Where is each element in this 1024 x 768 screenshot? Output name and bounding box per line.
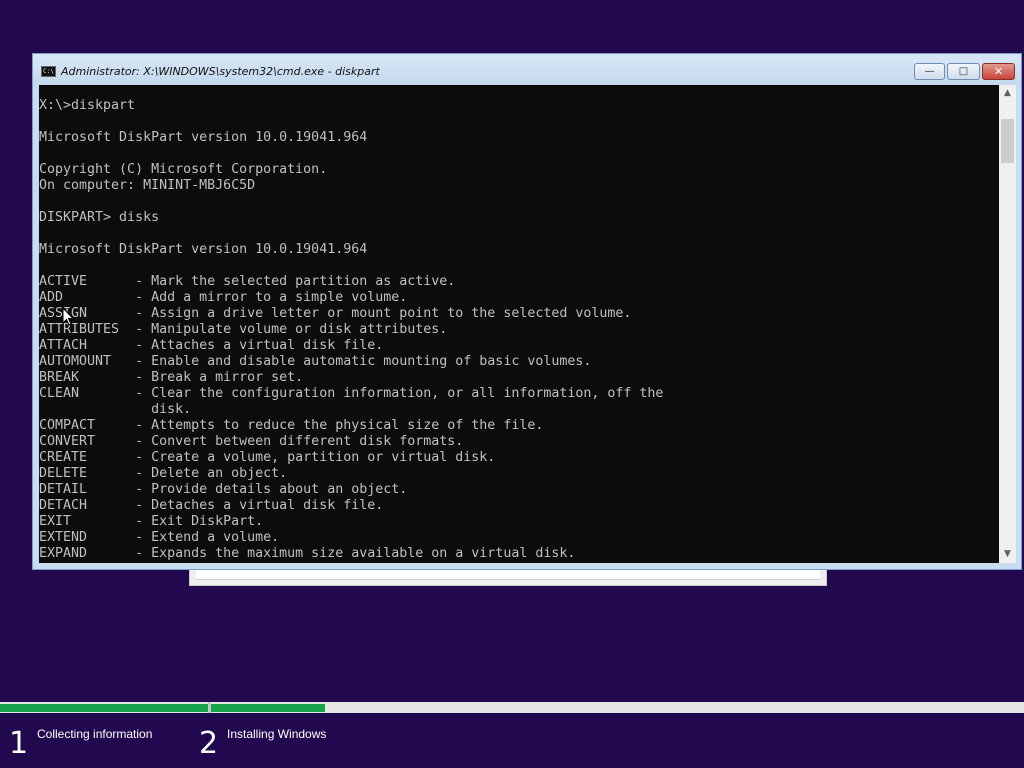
console-line: X:\>diskpart	[39, 98, 136, 113]
step-label: Installing Windows	[227, 727, 327, 741]
vertical-scrollbar[interactable]: ▲ ▼	[999, 85, 1016, 563]
console-line: EXPAND - Expands the maximum size availa…	[39, 546, 576, 561]
console-line: CLEAN - Clear the configuration informat…	[39, 386, 664, 401]
title-bar[interactable]: C:\ Administrator: X:\WINDOWS\system32\c…	[33, 54, 1021, 85]
console-line: On computer: MININT-MBJ6C5D	[39, 178, 256, 193]
console-line: COMPACT - Attempts to reduce the physica…	[39, 418, 544, 433]
cmd-window[interactable]: C:\ Administrator: X:\WINDOWS\system32\c…	[32, 53, 1022, 570]
setup-progress-bar	[0, 702, 1024, 713]
console-line: CREATE - Create a volume, partition or v…	[39, 450, 496, 465]
console-line: CONVERT - Convert between different disk…	[39, 434, 464, 449]
progress-step1-fill	[0, 704, 208, 712]
console-text: X:\>diskpart Microsoft DiskPart version …	[39, 85, 999, 562]
close-button[interactable]: ✕	[982, 63, 1015, 80]
console-line: BREAK - Break a mirror set.	[39, 370, 304, 385]
console-line: EXTEND - Extend a volume.	[39, 530, 280, 545]
console-line: disk.	[39, 402, 192, 417]
console-line: ASSIGN - Assign a drive letter or mount …	[39, 306, 632, 321]
cmd-app-icon: C:\	[41, 66, 56, 77]
console-line: Copyright (C) Microsoft Corporation.	[39, 162, 328, 177]
console-line: DELETE - Delete an object.	[39, 466, 288, 481]
scrollbar-thumb[interactable]	[1001, 119, 1014, 163]
step-number: 2	[199, 726, 219, 761]
console-line: AUTOMOUNT - Enable and disable automatic…	[39, 354, 592, 369]
console-line: ADD - Add a mirror to a simple volume.	[39, 290, 408, 305]
minimize-button[interactable]: —	[914, 63, 945, 80]
console-line: EXIT - Exit DiskPart.	[39, 514, 264, 529]
scroll-down-arrow-icon[interactable]: ▼	[999, 546, 1016, 563]
console-output-area[interactable]: X:\>diskpart Microsoft DiskPart version …	[39, 85, 999, 563]
console-line: Microsoft DiskPart version 10.0.19041.96…	[39, 242, 368, 257]
console-line: DISKPART> disks	[39, 210, 160, 225]
maximize-button[interactable]: □	[947, 63, 980, 80]
mouse-cursor-icon	[62, 307, 74, 326]
progress-step2-fill	[211, 704, 325, 712]
console-line: DETACH - Detaches a virtual disk file.	[39, 498, 384, 513]
console-line: ACTIVE - Mark the selected partition as …	[39, 274, 456, 289]
window-title: Administrator: X:\WINDOWS\system32\cmd.e…	[61, 65, 380, 78]
step-label: Collecting information	[37, 727, 153, 741]
console-line: DETAIL - Provide details about an object…	[39, 482, 408, 497]
console-line: ATTACH - Attaches a virtual disk file.	[39, 338, 384, 353]
console-line: ATTRIBUTES - Manipulate volume or disk a…	[39, 322, 448, 337]
scroll-up-arrow-icon[interactable]: ▲	[999, 85, 1016, 102]
console-line: Microsoft DiskPart version 10.0.19041.96…	[39, 130, 368, 145]
step-number: 1	[9, 726, 29, 761]
